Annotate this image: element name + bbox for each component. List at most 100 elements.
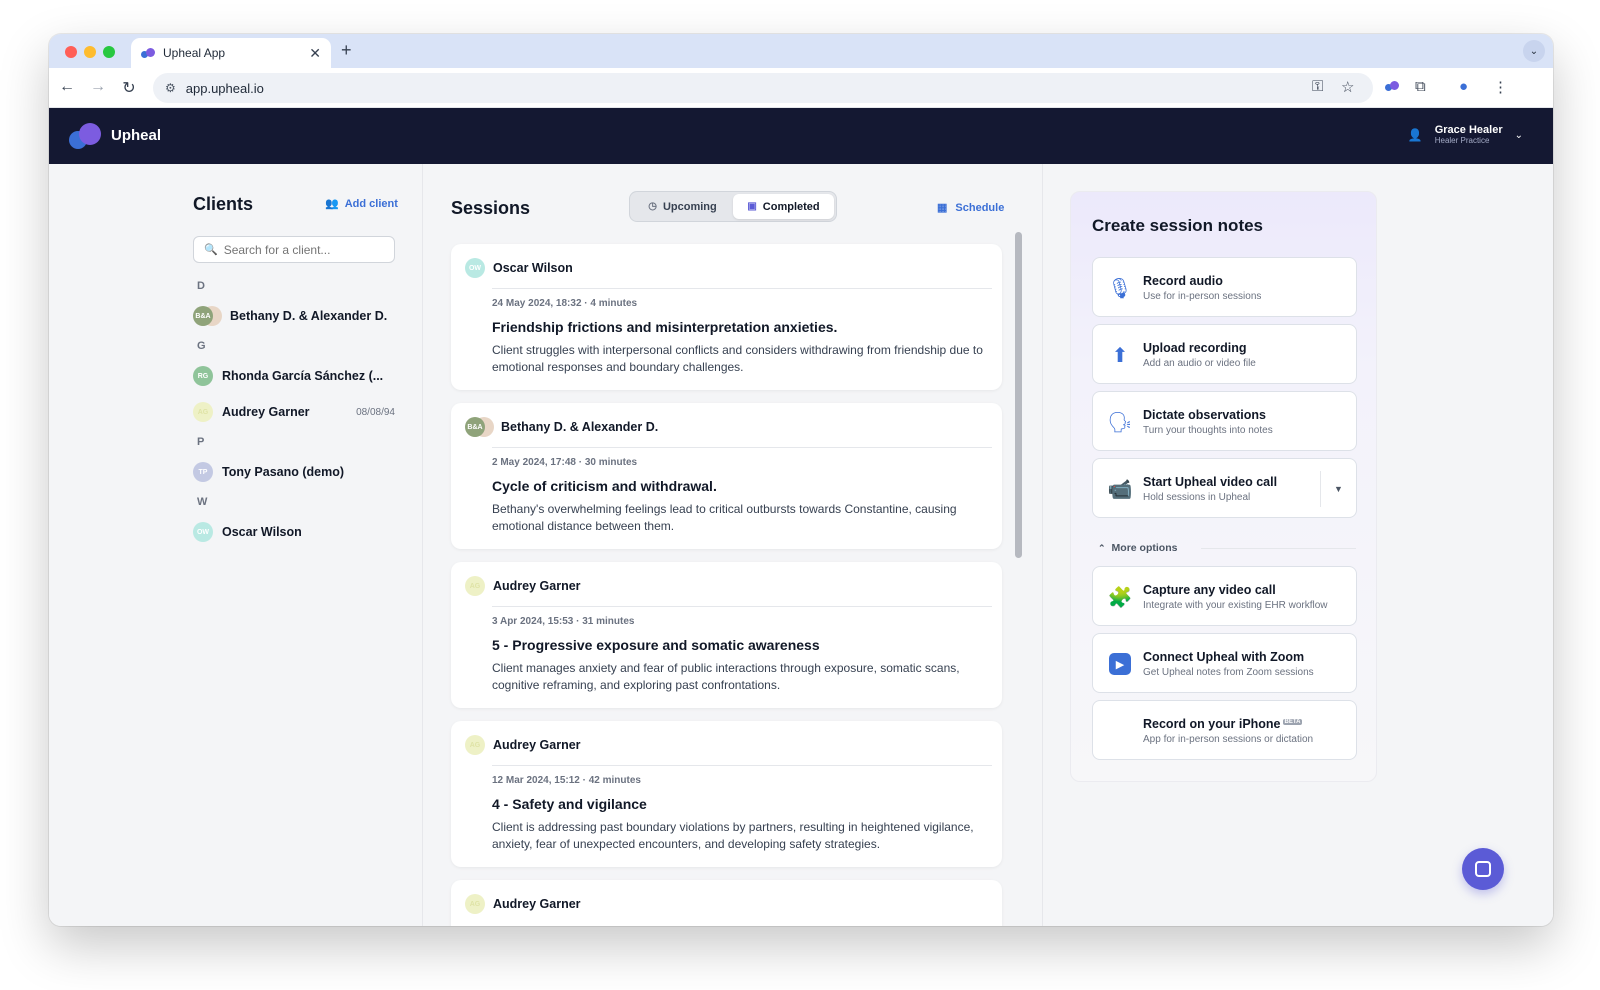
browser-tab[interactable]: Upheal App ✕ (131, 38, 331, 68)
user-icon: 👤 (1407, 128, 1423, 142)
tab-search-icon[interactable]: ⌄ (1523, 40, 1545, 62)
action-subtitle: App for in-person sessions or dictation (1143, 734, 1314, 745)
back-icon[interactable]: ← (57, 78, 77, 96)
session-card[interactable]: AG Audrey Garner (451, 880, 1002, 926)
avatar: AG (465, 894, 485, 914)
user-name: Grace Healer (1434, 124, 1503, 136)
session-client: Bethany D. & Alexander D. (501, 420, 659, 434)
record-audio-button[interactable]: 🎙 Record audio Use for in-person session… (1092, 257, 1357, 317)
session-title: Friendship frictions and misinterpretati… (492, 319, 838, 335)
sessions-panel: Sessions ◷ Upcoming ▣ Completed ▦ Schedu… (423, 164, 1043, 926)
session-summary: Bethany's overwhelming feelings lead to … (492, 502, 957, 533)
main-content: Clients 👥 Add client 🔍 D B&A Bethany D. … (49, 164, 1553, 926)
connect-zoom-button[interactable]: ▶ Connect Upheal with Zoom Get Upheal no… (1092, 633, 1357, 693)
schedule-button[interactable]: ▦ Schedule (937, 201, 1004, 215)
browser-menu-icon[interactable]: ⋮ (1493, 78, 1508, 96)
add-client-label: Add client (344, 197, 398, 210)
session-summary: Client struggles with interpersonal conf… (492, 343, 983, 374)
close-window-button[interactable] (65, 46, 77, 58)
action-title: Connect Upheal with Zoom (1143, 650, 1305, 664)
microphone-icon: 🎙 (1107, 277, 1133, 300)
action-title: Upload recording (1143, 341, 1247, 355)
user-practice: Healer Practice (1434, 136, 1490, 145)
action-subtitle: Add an audio or video file (1143, 358, 1256, 369)
session-card[interactable]: AG Audrey Garner 3 Apr 2024, 15:53 · 31 … (451, 562, 1002, 708)
sessions-scrollbar[interactable] (1015, 232, 1022, 558)
session-card[interactable]: B&A Bethany D. & Alexander D. 2 May 2024… (451, 403, 1002, 549)
action-subtitle: Hold sessions in Upheal (1143, 492, 1251, 503)
bookmark-star-icon[interactable]: ☆ (1341, 78, 1354, 96)
client-name: Tony Pasano (demo) (222, 465, 345, 479)
client-item[interactable]: B&A Bethany D. & Alexander D. (193, 304, 395, 328)
close-tab-icon[interactable]: ✕ (309, 45, 321, 62)
add-client-button[interactable]: 👥 Add client (325, 197, 398, 211)
upload-icon: ⬆ (1111, 344, 1129, 367)
tab-completed[interactable]: ▣ Completed (733, 194, 834, 219)
upheal-favicon-icon (141, 48, 155, 58)
tab-upcoming[interactable]: ◷ Upcoming (632, 194, 733, 219)
client-item[interactable]: AG Audrey Garner 08/08/94 (193, 400, 395, 424)
tab-title: Upheal App (163, 46, 226, 60)
browser-toolbar: ← → ↻ ⚙ app.upheal.io ⚿ ☆ ⧉ ● ⋮ (49, 68, 1553, 108)
calendar-check-icon: ▣ (747, 201, 757, 212)
avatar: B&A (193, 306, 222, 326)
divider (492, 447, 992, 448)
client-name: Oscar Wilson (222, 525, 302, 539)
group-letter: D (197, 280, 205, 292)
session-client: Oscar Wilson (493, 261, 573, 275)
video-call-dropdown-icon[interactable]: ▼ (1320, 471, 1356, 507)
action-subtitle: Get Upheal notes from Zoom sessions (1143, 667, 1314, 678)
sessions-title: Sessions (451, 198, 531, 218)
tab-completed-label: Completed (762, 200, 820, 213)
dictate-observations-button[interactable]: 🗣 Dictate observations Turn your thought… (1092, 391, 1357, 451)
profile-icon[interactable]: ● (1459, 78, 1468, 95)
divider (492, 765, 992, 766)
user-menu[interactable]: 👤 Grace Healer Healer Practice ⌄ (1408, 124, 1523, 146)
extensions-puzzle-icon[interactable]: ⧉ (1415, 78, 1426, 95)
client-search[interactable]: 🔍 (193, 236, 395, 263)
session-summary: Client is addressing past boundary viola… (492, 820, 974, 851)
session-summary: Client manages anxiety and fear of publi… (492, 661, 960, 692)
session-card[interactable]: AG Audrey Garner 12 Mar 2024, 15:12 · 42… (451, 721, 1002, 867)
clients-title: Clients (193, 194, 254, 214)
client-item[interactable]: RG Rhonda García Sánchez (... (193, 364, 395, 388)
maximize-window-button[interactable] (103, 46, 115, 58)
site-settings-icon[interactable]: ⚙ (165, 81, 176, 95)
session-meta: 12 Mar 2024, 15:12 · 42 minutes (492, 775, 641, 786)
minimize-window-button[interactable] (84, 46, 96, 58)
clients-panel: Clients 👥 Add client 🔍 D B&A Bethany D. … (49, 164, 423, 926)
app-header: Upheal 👤 Grace Healer Healer Practice ⌄ (49, 108, 1553, 164)
action-subtitle: Turn your thoughts into notes (1143, 425, 1273, 436)
client-item[interactable]: OW Oscar Wilson (193, 520, 395, 544)
upheal-logo-icon[interactable] (69, 123, 103, 149)
client-search-input[interactable] (223, 242, 394, 257)
chat-support-button[interactable] (1462, 848, 1504, 890)
address-bar[interactable]: ⚙ app.upheal.io (153, 73, 1373, 103)
notes-title: Create session notes (1092, 216, 1264, 235)
record-iphone-button[interactable]: Record on your iPhone BETA App for in-per… (1092, 700, 1357, 760)
puzzle-icon: 🧩 (1107, 586, 1133, 609)
session-title: 5 - Progressive exposure and somatic awa… (492, 637, 820, 653)
sessions-filter-toggle: ◷ Upcoming ▣ Completed (629, 191, 837, 222)
action-title: Start Upheal video call (1143, 475, 1278, 489)
tab-strip: Upheal App ✕ + ⌄ (49, 34, 1553, 68)
forward-icon[interactable]: → (88, 78, 108, 96)
start-video-call-button[interactable]: 📹 Start Upheal video call Hold sessions … (1092, 458, 1357, 518)
reload-icon[interactable]: ↻ (119, 78, 139, 98)
password-key-icon[interactable]: ⚿ (1312, 78, 1323, 95)
more-options-toggle[interactable]: ⌃ More options (1098, 542, 1177, 554)
avatar: OW (193, 522, 213, 542)
chevron-down-icon: ⌄ (1514, 129, 1523, 141)
group-letter: P (197, 436, 205, 448)
capture-video-call-button[interactable]: 🧩 Capture any video call Integrate with … (1092, 566, 1357, 626)
session-client: Audrey Garner (493, 738, 581, 752)
client-item[interactable]: TP Tony Pasano (demo) (193, 460, 395, 484)
avatar: AG (465, 735, 485, 755)
avatar: AG (193, 402, 213, 422)
upheal-extension-icon[interactable] (1385, 78, 1399, 95)
new-tab-icon[interactable]: + (341, 40, 352, 61)
session-meta: 3 Apr 2024, 15:53 · 31 minutes (492, 616, 635, 627)
session-card[interactable]: OW Oscar Wilson 24 May 2024, 18:32 · 4 m… (451, 244, 1002, 390)
create-notes-panel: Create session notes 🎙 Record audio Use … (1070, 191, 1377, 782)
upload-recording-button[interactable]: ⬆ Upload recording Add an audio or video… (1092, 324, 1357, 384)
